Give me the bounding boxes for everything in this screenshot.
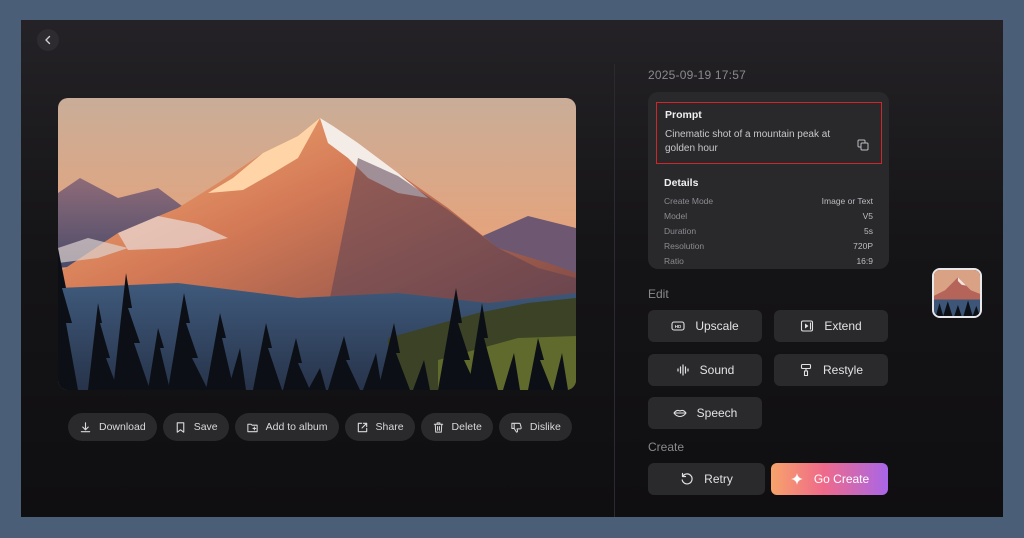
sparkle-icon [790,472,804,486]
detail-row-duration: Duration 5s [664,226,873,241]
svg-text:HD: HD [675,324,682,329]
share-button[interactable]: Share [344,413,415,441]
detail-row-model: Model V5 [664,211,873,226]
detail-label: Model [664,211,688,221]
details-title: Details [664,177,699,189]
go-create-label: Go Create [813,472,870,486]
detail-value: 720P [853,241,873,251]
detail-value: 16:9 [856,256,873,266]
upscale-label: Upscale [695,319,739,333]
detail-label: Ratio [664,256,684,266]
created-timestamp: 2025-09-19 17:57 [648,68,746,82]
add-to-album-label: Add to album [265,421,328,433]
restyle-button[interactable]: Restyle [774,354,888,386]
detail-label: Create Mode [664,196,714,206]
generated-image[interactable] [58,98,576,390]
retry-button[interactable]: Retry [648,463,765,495]
go-create-button[interactable]: Go Create [771,463,888,495]
mountain-image [58,98,576,390]
app-window: Download Save Add to album Share Delete … [21,20,1003,517]
retry-label: Retry [704,472,733,486]
delete-button[interactable]: Delete [420,413,493,441]
dislike-label: Dislike [529,421,561,433]
extend-icon [800,319,814,333]
paint-roller-icon [799,363,813,377]
detail-value: V5 [862,211,873,221]
download-label: Download [99,421,146,433]
prompt-title: Prompt [665,109,702,121]
copy-icon[interactable] [857,139,869,151]
thumbs-down-icon [510,421,523,434]
speech-button[interactable]: Speech [648,397,762,429]
sound-button[interactable]: Sound [648,354,762,386]
trash-icon [432,421,445,434]
speech-label: Speech [696,406,738,420]
bookmark-icon [174,421,187,434]
extend-label: Extend [824,319,862,333]
detail-label: Duration [664,226,697,236]
upscale-button[interactable]: HD Upscale [648,310,762,342]
hd-icon: HD [671,319,685,333]
detail-row-ratio: Ratio 16:9 [664,256,873,271]
detail-value: 5s [864,226,873,236]
prompt-box: Prompt Cinematic shot of a mountain peak… [656,102,882,164]
image-thumbnail[interactable] [932,268,982,318]
chevron-left-icon [45,35,51,45]
retry-icon [680,472,694,486]
panel-divider [614,64,615,517]
download-icon [79,421,92,434]
sound-wave-icon [676,363,690,377]
detail-row-resolution: Resolution 720P [664,241,873,256]
save-label: Save [193,421,218,433]
share-icon [356,421,369,434]
download-button[interactable]: Download [68,413,157,441]
detail-row-create-mode: Create Mode Image or Text [664,196,873,211]
image-action-bar: Download Save Add to album Share Delete … [68,413,572,441]
add-to-album-button[interactable]: Add to album [234,413,339,441]
lips-icon [673,406,687,420]
create-section-label: Create [648,440,685,454]
dislike-button[interactable]: Dislike [498,413,572,441]
restyle-label: Restyle [822,363,863,377]
prompt-text: Cinematic shot of a mountain peak at gol… [665,129,831,154]
save-button[interactable]: Save [162,413,229,441]
sound-label: Sound [699,363,735,377]
details-list: Create Mode Image or Text Model V5 Durat… [664,196,873,271]
edit-section-label: Edit [648,287,669,301]
back-button[interactable] [37,29,59,51]
detail-value: Image or Text [821,196,873,206]
share-label: Share [375,421,404,433]
delete-label: Delete [451,421,482,433]
info-card: Prompt Cinematic shot of a mountain peak… [648,92,889,269]
thumbnail-image [934,270,980,316]
extend-button[interactable]: Extend [774,310,888,342]
album-add-icon [246,421,259,434]
detail-label: Resolution [664,241,705,251]
